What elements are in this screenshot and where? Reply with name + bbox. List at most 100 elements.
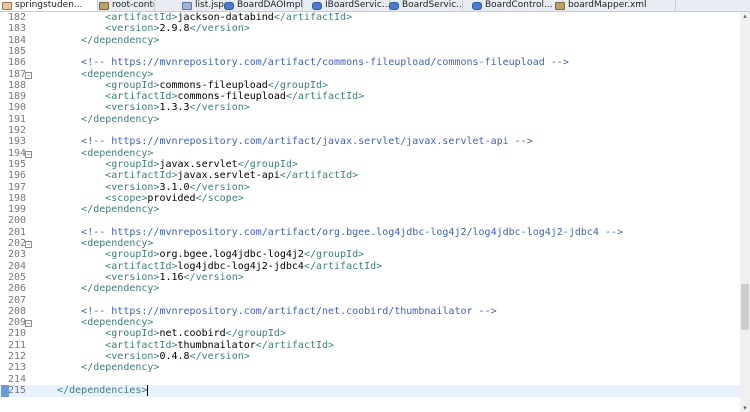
- editor-tab[interactable]: root-contex...: [97, 0, 155, 11]
- xml-tag-open: </dependency>: [81, 34, 160, 46]
- code-line[interactable]: 200: [0, 215, 740, 227]
- code-editor[interactable]: 182 <artifactId>jackson-databind</artifa…: [0, 12, 740, 412]
- code-line[interactable]: 202− <dependency>: [0, 238, 740, 250]
- code-line[interactable]: 198 <scope>provided</scope>: [0, 193, 740, 205]
- line-number: 199: [8, 204, 27, 216]
- code-text: <groupId>org.bgee.log4jdbc-log4j2</group…: [33, 249, 364, 261]
- editor-tab[interactable]: springstuden...: [0, 0, 98, 11]
- xml-tag-close: </artifactId>: [279, 170, 359, 182]
- line-number: 200: [8, 215, 27, 227]
- fold-collapse-icon[interactable]: −: [25, 241, 32, 248]
- code-line[interactable]: 183 <version>2.9.8</version>: [0, 23, 740, 35]
- text-caret: [147, 384, 149, 396]
- xml-tag-open: <groupId>: [105, 328, 160, 340]
- line-number: 195: [8, 158, 27, 170]
- code-line[interactable]: 205 <version>1.16</version>: [0, 272, 740, 284]
- code-line[interactable]: 210 <groupId>net.coobird</groupId>: [0, 328, 740, 340]
- fold-collapse-icon[interactable]: −: [25, 71, 32, 79]
- code-line[interactable]: 192: [0, 125, 740, 137]
- code-line[interactable]: 209− <dependency>: [0, 317, 740, 329]
- fold-collapse-icon[interactable]: −: [25, 150, 32, 158]
- xml-text: 2.9.8: [159, 23, 190, 35]
- code-line[interactable]: 215 </dependencies>: [0, 384, 740, 397]
- code-line[interactable]: 193 <!-- https://mvnrepository.com/artif…: [0, 136, 740, 148]
- xml-tag-open: <scope>: [105, 192, 148, 204]
- scroll-down-arrow-icon[interactable]: ▾: [742, 405, 748, 412]
- code-text: <!-- https://mvnrepository.com/artifact/…: [33, 57, 569, 69]
- line-number: 188: [8, 79, 27, 91]
- xml-tag-close: </groupId>: [225, 328, 286, 340]
- editor-tab[interactable]: boardMapper.xml: [553, 0, 676, 11]
- code-line[interactable]: 207: [0, 295, 740, 307]
- code-text: <dependency>: [33, 317, 153, 329]
- code-line[interactable]: 214: [0, 374, 740, 386]
- jsp-file-icon: [182, 1, 192, 10]
- code-line[interactable]: 197 <version>3.1.0</version>: [0, 182, 740, 194]
- xml-tag-open: <artifactId>: [105, 260, 178, 272]
- xml-text: 0.4.8: [159, 351, 190, 362]
- xml-tag-open: <dependency>: [81, 68, 154, 80]
- code-text: <dependency>: [33, 148, 153, 160]
- scrollbar-thumb[interactable]: [741, 284, 749, 330]
- code-text: <version>2.9.8</version>: [33, 23, 250, 35]
- xml-text: net.coobird: [159, 328, 226, 340]
- code-line[interactable]: 185: [0, 46, 740, 58]
- code-line[interactable]: 194− <dependency>: [0, 148, 740, 160]
- editor-tab[interactable]: IBoardServic...: [310, 0, 390, 11]
- code-line[interactable]: 182 <artifactId>jackson-databind</artifa…: [0, 12, 740, 24]
- code-line[interactable]: 213 </dependency>: [0, 362, 740, 374]
- code-line[interactable]: 199 </dependency>: [0, 204, 740, 216]
- editor-tab[interactable]: BoardDAOImpl...: [222, 0, 303, 11]
- code-text: </dependency>: [33, 35, 159, 47]
- scroll-up-arrow-icon[interactable]: ▴: [742, 13, 748, 20]
- xml-tag-close: </groupId>: [237, 158, 298, 170]
- code-line[interactable]: 189 <artifactId>commons-fileupload</arti…: [0, 91, 740, 103]
- line-number: 197: [8, 181, 27, 193]
- code-text: <groupId>net.coobird</groupId>: [33, 328, 286, 340]
- xml-text: org.bgee.log4jdbc-log4j2: [159, 249, 304, 261]
- line-number: 206: [8, 283, 27, 295]
- xml-tag-open: <groupId>: [105, 249, 160, 261]
- code-line[interactable]: 188 <groupId>commons-fileupload</groupId…: [0, 80, 740, 92]
- editor-tab[interactable]: list.jsp: [180, 0, 226, 11]
- code-text: <version>3.1.0</version>: [33, 182, 250, 194]
- code-line[interactable]: 190 <version>1.3.3</version>: [0, 102, 740, 114]
- code-text: <dependency>: [33, 69, 153, 81]
- editor-tab[interactable]: BoardControl...: [470, 0, 563, 11]
- xml-text: jackson-databind: [177, 12, 274, 23]
- line-number: 192: [8, 125, 27, 136]
- code-line[interactable]: 191 </dependency>: [0, 114, 740, 126]
- code-line[interactable]: 184 </dependency>: [0, 35, 740, 47]
- editor-tab[interactable]: BoardServic...: [387, 0, 463, 11]
- code-line[interactable]: 201 <!-- https://mvnrepository.com/artif…: [0, 227, 740, 239]
- vertical-scrollbar[interactable]: ▴ ▾: [740, 12, 750, 412]
- code-line[interactable]: 196 <artifactId>javax.servlet-api</artif…: [0, 170, 740, 182]
- code-line[interactable]: 203 <groupId>org.bgee.log4jdbc-log4j2</g…: [0, 249, 740, 261]
- xml-tag-open: <version>: [105, 102, 160, 114]
- code-line[interactable]: 208 <!-- https://mvnrepository.com/artif…: [0, 306, 740, 318]
- code-line[interactable]: 211 <artifactId>thumbnailator</artifactI…: [0, 340, 740, 352]
- code-line[interactable]: 187− <dependency>: [0, 69, 740, 81]
- xml-tag-close: </version>: [189, 351, 250, 362]
- line-number: 185: [8, 45, 27, 57]
- xml-text: log4jdbc-log4j2-jdbc4: [177, 260, 304, 272]
- code-line[interactable]: 186 <!-- https://mvnrepository.com/artif…: [0, 57, 740, 69]
- code-text: </dependencies>: [33, 384, 149, 397]
- fold-collapse-icon[interactable]: −: [25, 320, 32, 328]
- code-line[interactable]: 206 </dependency>: [0, 283, 740, 295]
- code-line[interactable]: 195 <groupId>javax.servlet</groupId>: [0, 159, 740, 171]
- code-line[interactable]: 204 <artifactId>log4jdbc-log4j2-jdbc4</a…: [0, 261, 740, 273]
- xml-tag-open: <version>: [105, 181, 160, 193]
- code-text: <!-- https://mvnrepository.com/artifact/…: [33, 227, 623, 239]
- code-text: <groupId>javax.servlet</groupId>: [33, 159, 298, 171]
- code-line[interactable]: 212 <version>0.4.8</version>: [0, 351, 740, 363]
- xml-tag-open: <artifactId>: [105, 339, 178, 351]
- xml-comment: <!-- https://mvnrepository.com/artifact/…: [81, 136, 533, 148]
- editor-tab-label: BoardDAOImpl...: [237, 0, 303, 10]
